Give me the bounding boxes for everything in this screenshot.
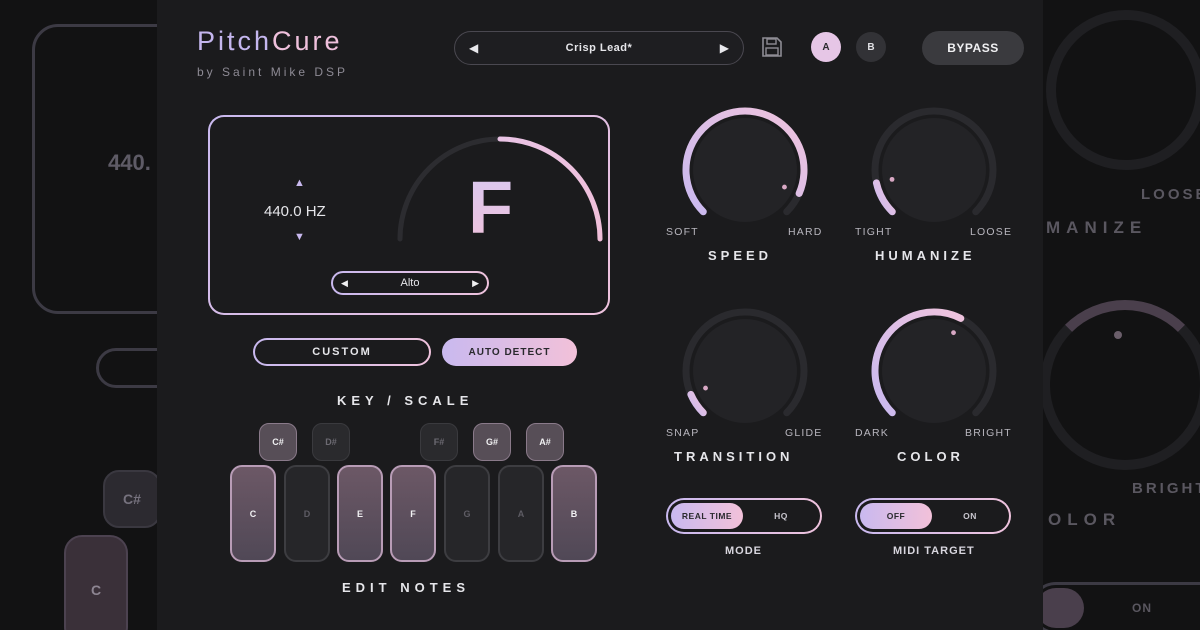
transition-knob[interactable]	[676, 302, 814, 440]
knob-body	[693, 319, 797, 423]
voice-next-button[interactable]: ▶	[472, 278, 479, 289]
speed-title: SPEED	[708, 248, 773, 263]
save-icon[interactable]	[761, 36, 783, 58]
humanize-title: HUMANIZE	[875, 248, 976, 263]
black-key-fsharp[interactable]: F#	[420, 423, 458, 461]
voice-prev-button[interactable]: ◀	[341, 278, 348, 289]
bg-key-c: C	[64, 535, 128, 630]
color-min-label: DARK	[855, 427, 889, 439]
brand: PitchCure by Saint Mike DSP	[197, 26, 349, 80]
knob-indicator-dot	[951, 330, 956, 336]
midi-option-on[interactable]: ON	[934, 503, 1006, 529]
humanize-min-label: TIGHT	[855, 226, 893, 238]
black-key-gsharp[interactable]: G#	[473, 423, 511, 461]
knob-indicator-dot	[703, 385, 708, 391]
mode-toggle[interactable]: REAL TIME HQ	[666, 498, 822, 534]
preset-next-button[interactable]: ▶	[720, 41, 729, 55]
app-title: PitchCure	[197, 26, 343, 56]
white-key-a[interactable]: A	[498, 465, 544, 562]
preset-name: Crisp Lead*	[565, 42, 633, 54]
color-knob[interactable]	[865, 302, 1003, 440]
black-key-dsharp[interactable]: D#	[312, 423, 350, 461]
auto-detect-button[interactable]: AUTO DETECT	[442, 338, 577, 366]
plugin-panel: PitchCure by Saint Mike DSP ◀ Crisp Lead…	[157, 0, 1043, 630]
black-key-csharp[interactable]: C#	[259, 423, 297, 461]
midi-option-off[interactable]: OFF	[860, 503, 932, 529]
midi-target-toggle[interactable]: OFF ON	[855, 498, 1011, 534]
frequency-down-arrow[interactable]: ▼	[294, 231, 305, 243]
frequency-up-arrow[interactable]: ▲	[294, 177, 305, 189]
bg-knob-dot	[1114, 331, 1122, 339]
app-subtitle: by Saint Mike DSP	[197, 65, 349, 79]
slot-a-button[interactable]: A	[811, 32, 841, 62]
bg-humanize-label: MANIZE	[1046, 218, 1148, 237]
speed-max-label: HARD	[788, 226, 823, 238]
key-scale-title: KEY / SCALE	[337, 393, 474, 408]
humanize-max-label: LOOSE	[970, 226, 1013, 238]
white-key-d[interactable]: D	[284, 465, 330, 562]
humanize-knob[interactable]	[865, 101, 1003, 239]
white-key-c[interactable]: C	[230, 465, 276, 562]
voice-name: Alto	[400, 277, 420, 289]
white-key-e[interactable]: E	[337, 465, 383, 562]
slot-b-button[interactable]: B	[856, 32, 886, 62]
edit-notes-title: EDIT NOTES	[342, 580, 471, 595]
pitch-display: ▲ 440.0 HZ ▼ F ◀ Alto ▶	[208, 115, 610, 315]
white-key-g[interactable]: G	[444, 465, 490, 562]
knob-indicator-dot	[889, 176, 895, 182]
speed-knob[interactable]	[676, 101, 814, 239]
knob-body	[882, 118, 986, 222]
transition-title: TRANSITION	[674, 449, 794, 464]
voice-selector[interactable]: ◀ Alto ▶	[331, 271, 489, 295]
mode-label: MODE	[725, 545, 762, 557]
bg-toggle-fill	[1036, 588, 1084, 628]
transition-min-label: SNAP	[666, 427, 700, 439]
color-max-label: BRIGHT	[965, 427, 1012, 439]
knob-indicator-dot	[782, 184, 787, 190]
detected-note: F	[468, 166, 514, 249]
custom-button[interactable]: CUSTOM	[253, 338, 431, 366]
bg-knob	[1046, 10, 1200, 170]
midi-target-label: MIDI TARGET	[893, 545, 975, 557]
white-key-f[interactable]: F	[390, 465, 436, 562]
bg-key-csharp: C#	[103, 470, 161, 528]
preset-prev-button[interactable]: ◀	[469, 41, 478, 55]
bg-knob	[1040, 300, 1200, 470]
knob-body	[693, 118, 797, 222]
bg-on-label: ON	[1132, 601, 1152, 615]
bg-loose-label: LOOSE	[1141, 186, 1200, 203]
black-key-asharp[interactable]: A#	[526, 423, 564, 461]
bg-bright-label: BRIGHT	[1132, 480, 1200, 497]
bypass-button[interactable]: BYPASS	[922, 31, 1024, 65]
transition-max-label: GLIDE	[785, 427, 823, 439]
white-key-b[interactable]: B	[551, 465, 597, 562]
bg-color-label: OLOR	[1048, 510, 1122, 529]
mode-option-hq[interactable]: HQ	[745, 503, 817, 529]
bg-frequency-text: 440.	[108, 150, 151, 175]
mode-option-realtime[interactable]: REAL TIME	[671, 503, 743, 529]
color-title: COLOR	[897, 449, 964, 464]
knob-body	[882, 319, 986, 423]
preset-selector[interactable]: ◀ Crisp Lead* ▶	[454, 31, 744, 65]
speed-min-label: SOFT	[666, 226, 699, 238]
reference-frequency: 440.0 HZ	[264, 203, 326, 220]
